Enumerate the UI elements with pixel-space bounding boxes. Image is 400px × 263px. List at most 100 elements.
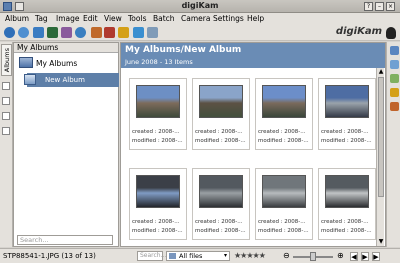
thumbnail-modified-date: modified : 2008-...	[321, 228, 372, 234]
tab-albums-label: Albums	[3, 48, 11, 73]
albums-panel: My Albums My Albums New Album Search...	[13, 42, 119, 247]
album-root-label: My Albums	[36, 59, 78, 68]
next-item-button[interactable]: ▶	[361, 252, 369, 261]
digikam-logo: digiKam	[335, 26, 382, 37]
photo-thumbnail[interactable]	[262, 85, 306, 118]
minimize-button[interactable]: –	[375, 2, 384, 11]
menu-tools[interactable]: Tools	[128, 14, 146, 23]
photo-thumbnail[interactable]	[136, 85, 180, 118]
album-item-new-album[interactable]: New Album	[24, 73, 119, 87]
thumbnail-created-date: created : 2008-...	[132, 129, 180, 135]
thumbnail-modified-date: modified : 2008-...	[195, 228, 246, 234]
photo-thumbnail[interactable]	[325, 85, 369, 118]
file-filter-select[interactable]: All files ▾	[166, 251, 230, 261]
calendar-tab-icon[interactable]	[2, 82, 10, 90]
thumbnail-created-date: created : 2008-...	[321, 219, 369, 225]
fullscreen-icon[interactable]	[147, 27, 158, 38]
thumbnail-modified-date: modified : 2008-...	[195, 138, 246, 144]
zoom-slider-handle[interactable]	[310, 252, 316, 261]
album-banner: My Albums/New Album June 2008 - 13 Items	[121, 43, 385, 68]
menu-view[interactable]: View	[104, 14, 122, 23]
thumbnail-modified-date: modified : 2008-...	[321, 138, 372, 144]
tab-albums[interactable]: Albums	[1, 44, 12, 76]
import-icon[interactable]	[47, 27, 58, 38]
thumbnail-created-date: created : 2008-...	[195, 129, 243, 135]
menu-album[interactable]: Album	[5, 14, 29, 23]
menu-settings[interactable]: Settings	[213, 14, 244, 23]
new-album-icon[interactable]	[33, 27, 44, 38]
album-tree-root[interactable]: My Albums	[16, 57, 116, 71]
menu-tag[interactable]: Tag	[35, 14, 48, 23]
menu-image[interactable]: Image	[56, 14, 80, 23]
thumbnail-modified-date: modified : 2008-...	[132, 138, 183, 144]
thumbnail-item[interactable]: created : 2008-... modified : 2008-...	[255, 168, 313, 240]
thumbnail-item[interactable]: created : 2008-... modified : 2008-...	[192, 168, 250, 240]
help-icon[interactable]: ?	[364, 2, 373, 11]
thumbnail-item[interactable]: created : 2008-... modified : 2008-...	[255, 78, 313, 150]
thumbnail-created-date: created : 2008-...	[321, 129, 369, 135]
thumbnail-modified-date: modified : 2008-...	[258, 138, 309, 144]
close-button[interactable]: ×	[386, 2, 395, 11]
scroll-down-icon[interactable]: ▼	[377, 238, 385, 246]
menu-help[interactable]: Help	[247, 14, 264, 23]
slideshow-icon[interactable]	[133, 27, 144, 38]
album-search-input[interactable]: Search...	[17, 235, 113, 245]
zoom-in-icon[interactable]: ⊕	[337, 251, 344, 260]
forward-icon[interactable]	[18, 27, 29, 38]
albums-folder-icon	[19, 57, 33, 68]
thumbnail-modified-date: modified : 2008-...	[132, 228, 183, 234]
file-filter-value: All files	[179, 252, 203, 260]
filter-tab-icon[interactable]	[2, 127, 10, 135]
photo-thumbnail[interactable]	[199, 175, 243, 208]
penguin-logo-icon	[386, 27, 396, 39]
menu-edit[interactable]: Edit	[83, 14, 98, 23]
menu-bar: Album Tag Image Edit View Tools Batch Ca…	[0, 13, 400, 24]
album-subtitle: June 2008 - 13 Items	[125, 58, 193, 66]
thumbnail-item[interactable]: created : 2008-... modified : 2008-...	[318, 168, 376, 240]
thumbnail-created-date: created : 2008-...	[258, 129, 306, 135]
thumbnail-created-date: created : 2008-...	[132, 219, 180, 225]
geolocation-tab-icon[interactable]	[390, 102, 399, 111]
photo-thumbnail[interactable]	[262, 175, 306, 208]
rating-filter-stars[interactable]: ★★★★★	[234, 251, 266, 260]
thumbnail-item[interactable]: created : 2008-... modified : 2008-...	[129, 168, 187, 240]
camera-icon[interactable]	[61, 27, 72, 38]
tags-tab-icon[interactable]	[2, 97, 10, 105]
colors-tab-icon[interactable]	[390, 74, 399, 83]
edit-icon[interactable]	[91, 27, 102, 38]
properties-tab-icon[interactable]	[390, 46, 399, 55]
menu-camera[interactable]: Camera	[181, 14, 210, 23]
thumbnail-item[interactable]: created : 2008-... modified : 2008-...	[129, 78, 187, 150]
right-sidebar-tabs	[386, 42, 400, 247]
metadata-tab-icon[interactable]	[390, 60, 399, 69]
image-editor-icon[interactable]	[104, 27, 115, 38]
album-title: My Albums/New Album	[125, 45, 242, 55]
scrollbar-handle[interactable]	[378, 77, 384, 197]
chevron-down-icon: ▾	[223, 252, 227, 259]
thumbnail-item[interactable]: created : 2008-... modified : 2008-...	[192, 78, 250, 150]
menu-batch[interactable]: Batch	[153, 14, 175, 23]
previous-item-button[interactable]: ◀	[350, 252, 358, 261]
left-sidebar-tabs: Albums	[0, 42, 13, 247]
filter-icon	[169, 253, 176, 259]
photo-thumbnail[interactable]	[136, 175, 180, 208]
scroll-up-icon[interactable]: ▲	[377, 68, 385, 76]
zoom-out-icon[interactable]: ⊖	[283, 251, 290, 260]
lighttable-icon[interactable]	[118, 27, 129, 38]
album-item-label: New Album	[45, 76, 85, 84]
last-item-button[interactable]: ▶	[372, 252, 380, 261]
thumbnail-view: My Albums/New Album June 2008 - 13 Items…	[120, 42, 386, 247]
status-bar: STP88541-1.JPG (13 of 13) Search... All …	[0, 248, 400, 263]
back-icon[interactable]	[4, 27, 15, 38]
comments-tab-icon[interactable]	[390, 88, 399, 97]
search-tab-icon[interactable]	[2, 112, 10, 120]
thumbnail-created-date: created : 2008-...	[258, 219, 306, 225]
photo-thumbnail[interactable]	[325, 175, 369, 208]
title-bar: digiKam ? – ×	[0, 0, 400, 13]
status-search-input[interactable]: Search...	[137, 251, 166, 261]
photo-thumbnail[interactable]	[199, 85, 243, 118]
vertical-scrollbar[interactable]: ▲ ▼	[376, 68, 384, 246]
search-icon[interactable]	[75, 27, 86, 38]
thumbnail-item[interactable]: created : 2008-... modified : 2008-...	[318, 78, 376, 150]
window-title: digiKam	[181, 1, 219, 10]
